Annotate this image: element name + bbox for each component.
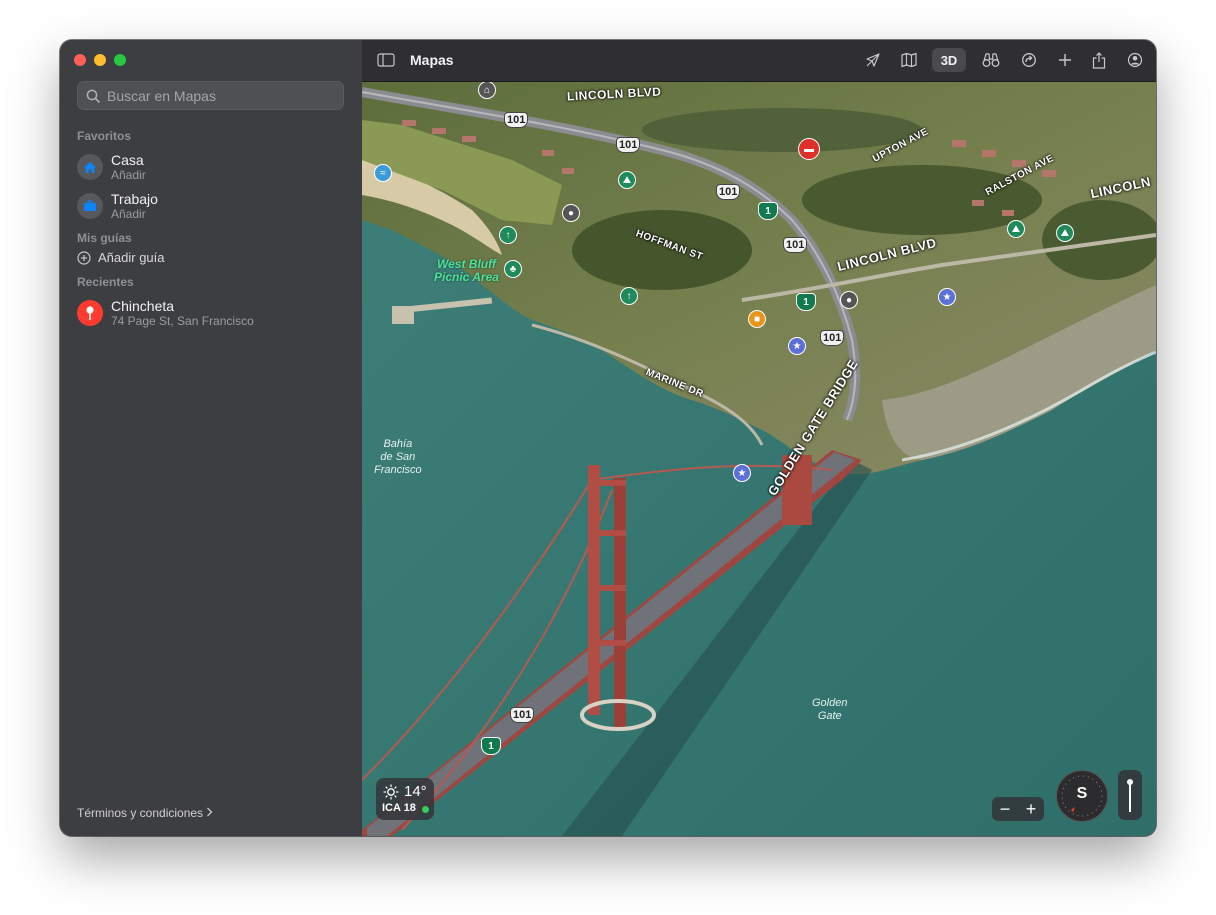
compass[interactable]: S [1056,770,1108,822]
favorite-work-label: Trabajo [111,191,158,207]
tree-cluster [572,210,752,290]
sun-icon [383,784,399,800]
search-input[interactable] [105,86,329,105]
favorite-work-sub: Añadir [111,207,146,221]
route-shield-101: 101 [510,707,535,723]
share-button[interactable] [1088,48,1110,72]
poi-hiking-icon[interactable]: ⛰ [618,171,636,189]
sidebar: Favoritos Casa Añadir Trabajo Añadir Mis… [60,40,363,836]
aqi-status-dot [422,806,429,813]
poi-beach-icon[interactable]: ≈ [374,164,392,182]
guides-section-title: Mis guías [77,231,132,245]
recent-item-sub: 74 Page St, San Francisco [111,314,254,328]
weather-widget[interactable]: 14° ICA 18 [376,778,434,820]
poi-marker-icon[interactable]: ● [562,204,580,222]
place-label-bay: Bahía de San Francisco [374,438,422,476]
add-button[interactable] [1054,48,1076,72]
plus-circle-icon [77,250,91,265]
favorites-section-title: Favoritos [77,129,132,143]
account-icon [1127,52,1143,68]
window-controls [74,54,126,66]
sidebar-toggle-button[interactable] [376,48,396,72]
zoom-in-button[interactable]: + [1026,799,1037,820]
add-icon [1059,54,1071,66]
poi-landmark-icon[interactable]: ⌂ [478,81,496,99]
poi-hiking-icon[interactable]: ↑ [620,287,638,305]
poi-star-icon[interactable]: ★ [938,288,956,306]
pin-icon [77,300,103,326]
pitch-slider[interactable] [1118,770,1142,820]
look-around-icon [982,53,1000,67]
poi-marker-icon[interactable]: ● [840,291,858,309]
route-shield-101: 101 [616,137,641,153]
toolbar: Mapas 3D [362,40,1156,82]
map-mode-icon [901,52,917,68]
add-guide-label: Añadir guía [98,250,165,265]
briefcase-icon [77,193,103,219]
minimize-window-button[interactable] [94,54,106,66]
favorite-home[interactable]: Casa Añadir [77,151,146,183]
pitch-handle-icon [1127,779,1133,812]
poi-star-icon[interactable]: ★ [733,464,751,482]
recent-item-label: Chincheta [111,298,175,314]
map-mode-button[interactable] [898,48,920,72]
terms-link[interactable]: Términos y condiciones [77,806,213,820]
route-shield-1: 1 [758,202,778,220]
close-window-button[interactable] [74,54,86,66]
route-shield-1: 1 [481,737,501,755]
recent-item-pin[interactable]: Chincheta 74 Page St, San Francisco [77,298,254,328]
place-label-picnic: West Bluff Picnic Area [434,257,499,284]
favorite-home-label: Casa [111,152,144,168]
share-location-icon [1022,53,1036,67]
zoom-control: − + [992,797,1044,821]
poi-hiking-icon[interactable]: ⛰ [1007,220,1025,238]
account-button[interactable] [1124,48,1146,72]
poi-park-icon[interactable]: ♣ [504,260,522,278]
poi-star-icon[interactable]: ★ [788,337,806,355]
terms-label: Términos y condiciones [77,806,204,820]
poi-hiking-icon[interactable]: ⛰ [1056,224,1074,242]
map-view[interactable]: LINCOLN BLVD UPTON AVE RALSTON AVE LINCO… [362,40,1156,836]
poi-no-entry-icon[interactable]: ▬ [798,138,820,160]
compass-heading: S [1076,785,1088,802]
route-shield-101: 101 [504,112,529,128]
maximize-window-button[interactable] [114,54,126,66]
share-icon [1092,51,1106,69]
look-around-button[interactable] [980,48,1002,72]
favorite-work[interactable]: Trabajo Añadir [77,190,158,222]
route-shield-101: 101 [716,184,741,200]
recents-section-title: Recientes [77,275,134,289]
search-field[interactable] [77,81,344,110]
maps-window: Favoritos Casa Añadir Trabajo Añadir Mis… [60,40,1156,836]
3d-mode-button[interactable]: 3D [932,48,966,72]
favorite-home-sub: Añadir [111,168,146,182]
window-title: Mapas [410,52,454,68]
location-button[interactable] [862,48,884,72]
route-shield-101: 101 [820,330,845,346]
weather-temp: 14° [404,783,427,800]
pier-end [392,306,414,324]
zoom-out-button[interactable]: − [1000,799,1011,820]
add-guide-button[interactable]: Añadir guía [77,250,165,265]
sidebar-toggle-icon [377,53,395,67]
share-location-button[interactable] [1018,48,1040,72]
poi-museum-icon[interactable]: ■ [748,310,766,328]
poi-hiking-icon[interactable]: ↑ [499,226,517,244]
place-label-golden-gate: Golden Gate [812,697,848,722]
chevron-right-icon [207,807,213,817]
house-icon [77,154,103,180]
search-icon [86,89,100,103]
route-shield-101: 101 [783,237,808,253]
location-arrow-icon [866,53,880,67]
air-quality-index: ICA 18 [382,802,416,814]
tree-cluster [642,108,922,152]
route-shield-1: 1 [796,293,816,311]
